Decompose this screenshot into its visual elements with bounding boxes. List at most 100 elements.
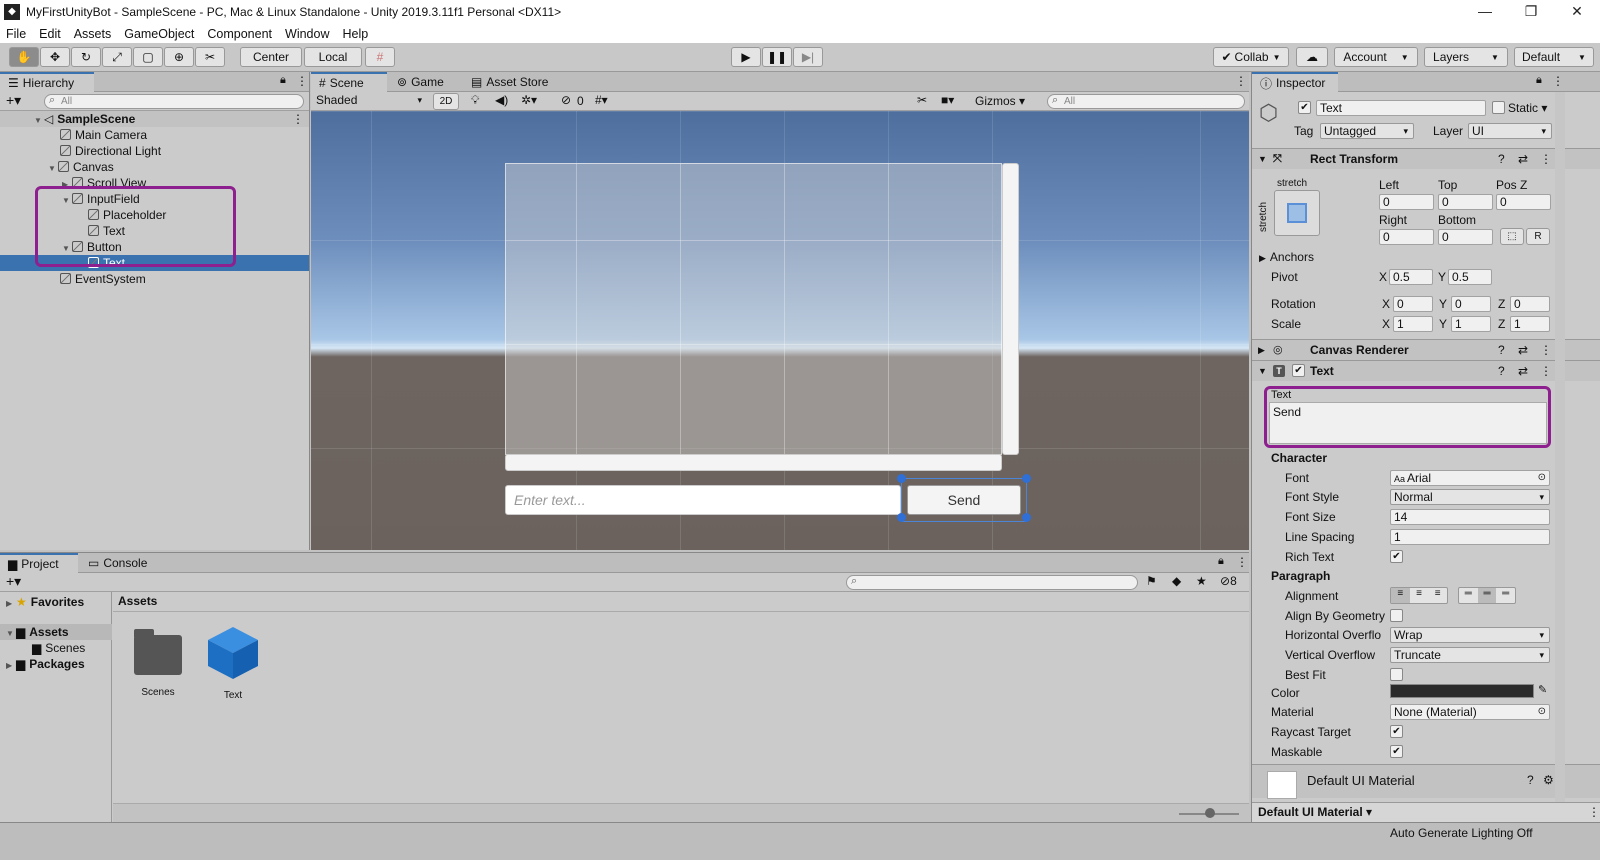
canvas-renderer-header[interactable]: ▶ ◎ Canvas Renderer ? ⇄ ⋮ — [1252, 339, 1600, 360]
tree-scenes[interactable]: ▆ Scenes — [0, 640, 112, 656]
eyedropper-icon[interactable]: ✎ — [1538, 683, 1547, 696]
static-label[interactable]: Static ▾ — [1508, 101, 1547, 115]
account-dropdown[interactable]: Account ▼ — [1334, 47, 1418, 67]
top-input[interactable]: 0 — [1438, 194, 1493, 210]
rect-transform-header[interactable]: ▼ ⤧ Rect Transform ? ⇄ ⋮ — [1252, 148, 1600, 169]
anchor-preset-button[interactable] — [1274, 190, 1320, 236]
kebab-icon[interactable]: ⋮ — [296, 74, 308, 88]
list-item[interactable]: Main Camera — [0, 127, 309, 143]
tree-assets[interactable]: ▼ ▆ Assets — [0, 624, 112, 640]
chat-input-field[interactable]: Enter text... — [505, 485, 901, 515]
pivot-center-button[interactable]: Center — [240, 47, 302, 67]
align-top-icon[interactable]: ═ — [1459, 588, 1478, 603]
2d-toggle[interactable]: 2D — [433, 93, 459, 110]
list-item[interactable]: Directional Light — [0, 143, 309, 159]
tab-console[interactable]: ▭ Console — [80, 553, 155, 573]
align-right-icon[interactable]: ≡ — [1428, 588, 1447, 603]
object-picker-icon[interactable]: ⊙ — [1538, 471, 1546, 485]
scale-tool-button[interactable]: ⤢ — [102, 47, 132, 67]
best-fit-checkbox[interactable] — [1390, 668, 1403, 681]
font-field[interactable]: Aa Arial ⊙ — [1390, 470, 1550, 486]
minimize-button[interactable]: — — [1462, 0, 1508, 24]
kebab-icon[interactable]: ⋮ — [1588, 805, 1600, 819]
align-middle-icon[interactable]: ═ — [1477, 588, 1497, 603]
left-input[interactable]: 0 — [1379, 194, 1434, 210]
line-spacing-input[interactable]: 1 — [1390, 529, 1550, 545]
hidden-icon[interactable]: ⊘ — [561, 93, 571, 107]
menu-edit[interactable]: Edit — [39, 27, 61, 41]
rotate-tool-button[interactable]: ↻ — [71, 47, 101, 67]
chevron-right-icon[interactable]: ▶ — [6, 596, 16, 612]
text-component-header[interactable]: ▼ T ✔ Text ? ⇄ ⋮ — [1252, 360, 1600, 381]
grid-toggle-icon[interactable]: #▾ — [595, 93, 608, 107]
tab-scene[interactable]: # Scene — [311, 72, 387, 92]
font-size-input[interactable]: 14 — [1390, 509, 1550, 525]
object-name-input[interactable]: Text — [1316, 100, 1486, 116]
tab-game[interactable]: ⊚ Game — [389, 72, 452, 92]
kebab-icon[interactable]: ⋮ — [292, 111, 304, 127]
layer-dropdown[interactable]: UI — [1468, 123, 1552, 139]
font-style-dropdown[interactable]: Normal — [1390, 489, 1550, 505]
tree-packages[interactable]: ▶ ▆ Packages — [0, 656, 112, 672]
asset-item[interactable]: Scenes — [132, 629, 184, 698]
shading-dropdown[interactable]: Shaded — [313, 93, 427, 109]
zoom-slider-thumb[interactable] — [1205, 808, 1215, 818]
bottom-input[interactable]: 0 — [1438, 229, 1493, 245]
object-picker-icon[interactable]: ⊙ — [1538, 705, 1546, 719]
hand-tool-button[interactable]: ✋ — [9, 47, 39, 67]
menu-component[interactable]: Component — [207, 27, 272, 41]
close-button[interactable]: ✕ — [1554, 0, 1600, 24]
help-icon[interactable]: ? — [1527, 773, 1534, 787]
handle-dot[interactable] — [897, 513, 906, 522]
align-center-icon[interactable]: ≡ — [1410, 588, 1429, 603]
tab-asset-store[interactable]: ▤ Asset Store — [463, 72, 556, 92]
color-swatch[interactable] — [1390, 684, 1534, 698]
menu-file[interactable]: File — [6, 27, 26, 41]
step-button[interactable]: ▶| — [793, 47, 823, 67]
align-geometry-checkbox[interactable] — [1390, 609, 1403, 622]
kebab-icon[interactable]: ⋮ — [1540, 340, 1552, 360]
tools-icon[interactable]: ✂ — [917, 93, 927, 107]
material-field[interactable]: None (Material) ⊙ — [1390, 704, 1550, 720]
scale-y-input[interactable]: 1 — [1451, 316, 1491, 332]
raycast-target-checkbox[interactable]: ✔ — [1390, 725, 1403, 738]
kebab-icon[interactable]: ⋮ — [1540, 149, 1552, 169]
handle-dot[interactable] — [897, 474, 906, 483]
menu-help[interactable]: Help — [342, 27, 368, 41]
cloud-button[interactable]: ☁ — [1296, 47, 1328, 67]
lock-icon[interactable]: 🔒︎ — [1218, 555, 1224, 568]
rotation-z-input[interactable]: 0 — [1510, 296, 1550, 312]
add-icon[interactable]: +▾ — [6, 92, 21, 109]
chevron-right-icon[interactable]: ▶ — [6, 658, 16, 674]
pivot-x-input[interactable]: 0.5 — [1389, 269, 1433, 285]
scene-row[interactable]: ▼ ◁ SampleScene ⋮ — [0, 111, 309, 127]
vertical-scrollbar[interactable] — [1002, 163, 1019, 455]
raw-edit-button[interactable]: R — [1526, 228, 1550, 245]
horizontal-overflow-dropdown[interactable]: Wrap — [1390, 627, 1550, 643]
transform-tool-button[interactable]: ⊕ — [164, 47, 194, 67]
posz-input[interactable]: 0 — [1496, 194, 1551, 210]
material-footer-dropdown[interactable]: Default UI Material ▾ — [1258, 805, 1372, 819]
rotation-x-input[interactable]: 0 — [1393, 296, 1433, 312]
maximize-button[interactable]: ❐ — [1508, 0, 1554, 24]
kebab-icon[interactable]: ⋮ — [1540, 361, 1552, 381]
preset-icon[interactable]: ⇄ — [1518, 361, 1528, 381]
audio-icon[interactable]: ◀) — [495, 93, 508, 107]
filter-icon[interactable]: ⚑ — [1146, 574, 1157, 588]
project-search-input[interactable] — [846, 575, 1138, 590]
scale-x-input[interactable]: 1 — [1393, 316, 1433, 332]
pivot-y-input[interactable]: 0.5 — [1448, 269, 1492, 285]
list-item[interactable]: ▼ Canvas — [0, 159, 309, 175]
gizmos-dropdown[interactable]: Gizmos ▾ — [975, 94, 1025, 108]
asset-item[interactable]: Text — [205, 625, 261, 701]
custom-tool-button[interactable]: ✂ — [195, 47, 225, 67]
scroll-view[interactable] — [505, 163, 1003, 456]
layout-dropdown[interactable]: Default ▼ — [1514, 47, 1594, 67]
tab-hierarchy[interactable]: ☰ Hierarchy — [0, 72, 94, 92]
hidden-icon[interactable]: ⊘8 — [1220, 574, 1237, 588]
lock-icon[interactable]: 🔒︎ — [280, 74, 286, 87]
anchors-row[interactable]: ▶ Anchors — [1259, 250, 1314, 264]
star-icon[interactable]: ★ — [1196, 574, 1207, 588]
grid-snap-button[interactable]: # — [365, 47, 395, 67]
play-button[interactable]: ▶ — [731, 47, 761, 67]
